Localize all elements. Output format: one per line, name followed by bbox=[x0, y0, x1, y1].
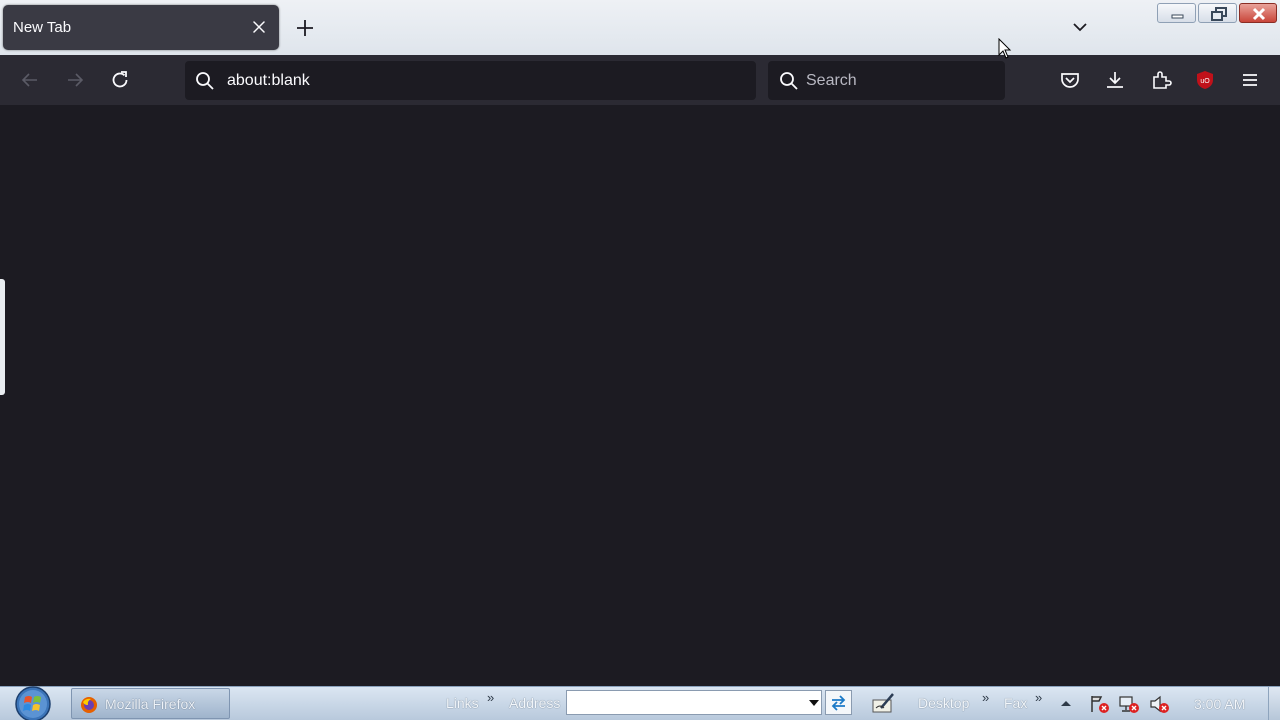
go-button[interactable] bbox=[825, 690, 852, 715]
chevron-right-icon[interactable]: » bbox=[1035, 690, 1042, 705]
show-hidden-icons-icon[interactable] bbox=[1059, 694, 1081, 714]
sidebar-handle[interactable] bbox=[0, 279, 5, 395]
minimize-icon[interactable] bbox=[1157, 3, 1196, 23]
network-error-icon[interactable] bbox=[1118, 694, 1140, 714]
pocket-icon[interactable] bbox=[1059, 69, 1081, 91]
desktop-toolbar-label[interactable]: Desktop bbox=[918, 695, 969, 711]
mouse-cursor-icon bbox=[998, 38, 1012, 59]
taskbar-clock[interactable]: 3:00 AM bbox=[1194, 696, 1245, 712]
windows-start-icon[interactable] bbox=[11, 686, 55, 720]
search-bar[interactable]: Search bbox=[768, 61, 1005, 100]
show-desktop-button[interactable] bbox=[1268, 687, 1280, 720]
search-icon bbox=[779, 71, 799, 96]
tab-new-tab[interactable]: New Tab bbox=[3, 5, 279, 50]
restore-icon[interactable] bbox=[1198, 3, 1237, 23]
volume-muted-icon[interactable] bbox=[1149, 694, 1171, 714]
taskbar-button-label: Mozilla Firefox bbox=[105, 696, 196, 712]
tab-title: New Tab bbox=[13, 19, 72, 36]
tablet-input-icon[interactable] bbox=[871, 692, 897, 713]
fax-toolbar-label[interactable]: Fax bbox=[1004, 695, 1027, 711]
navigation-toolbar: about:blank Search uO bbox=[0, 55, 1280, 105]
tab-strip: New Tab bbox=[0, 0, 1280, 55]
plus-icon[interactable] bbox=[294, 17, 316, 39]
chevron-right-icon[interactable]: » bbox=[487, 690, 494, 705]
taskbar-firefox-button[interactable]: Mozilla Firefox bbox=[71, 688, 230, 719]
action-center-error-icon[interactable] bbox=[1089, 694, 1111, 714]
reload-icon[interactable] bbox=[109, 69, 131, 91]
address-input[interactable] bbox=[566, 690, 822, 715]
hamburger-menu-icon[interactable] bbox=[1239, 69, 1261, 91]
go-arrow-icon bbox=[831, 695, 846, 711]
taskbar: Mozilla Firefox Links » Address Desktop … bbox=[0, 686, 1280, 720]
chevron-down-icon[interactable] bbox=[1070, 17, 1090, 37]
search-icon bbox=[195, 71, 215, 96]
window-close-icon[interactable] bbox=[1239, 3, 1277, 23]
dropdown-arrow-icon[interactable] bbox=[809, 699, 819, 707]
forward-arrow-icon[interactable] bbox=[64, 69, 86, 91]
address-toolbar-label: Address bbox=[509, 695, 561, 711]
chevron-right-icon[interactable]: » bbox=[982, 690, 989, 705]
close-icon[interactable] bbox=[251, 19, 267, 35]
back-arrow-icon[interactable] bbox=[19, 69, 41, 91]
extensions-icon[interactable] bbox=[1150, 69, 1172, 91]
url-bar[interactable]: about:blank bbox=[185, 61, 756, 100]
links-toolbar-label[interactable]: Links bbox=[446, 695, 479, 711]
ublock-origin-icon[interactable]: uO bbox=[1194, 69, 1216, 91]
download-icon[interactable] bbox=[1104, 69, 1126, 91]
search-placeholder[interactable]: Search bbox=[806, 72, 857, 90]
page-content bbox=[0, 105, 1280, 686]
svg-text:uO: uO bbox=[1200, 78, 1210, 85]
url-text[interactable]: about:blank bbox=[227, 72, 310, 90]
firefox-icon bbox=[80, 696, 98, 719]
